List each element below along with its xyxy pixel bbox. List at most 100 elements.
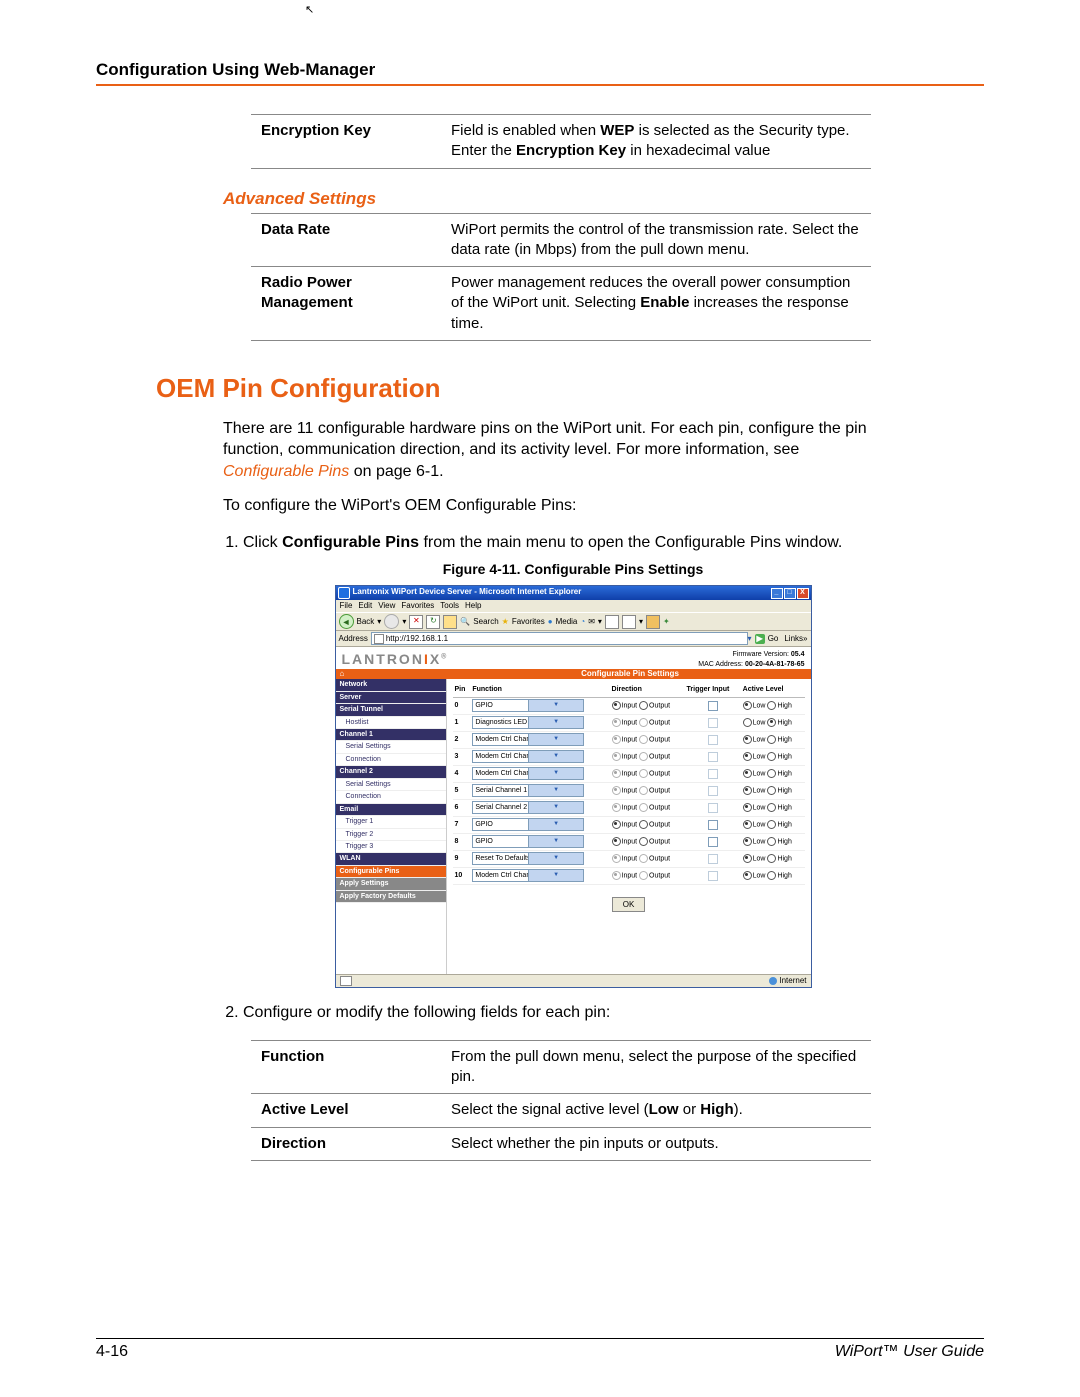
function-dropdown[interactable]: GPIO▼ [472,699,584,712]
back-button[interactable]: ◄ [339,614,354,629]
maximize-button[interactable]: □ [784,588,796,599]
level-high-radio[interactable] [767,735,776,744]
minimize-button[interactable]: _ [771,588,783,599]
sidebar-item[interactable]: Server [336,692,446,704]
level-low-radio[interactable] [743,718,752,727]
trigger-checkbox[interactable] [708,803,718,813]
trigger-checkbox[interactable] [708,718,718,728]
links-label[interactable]: Links [784,634,803,645]
level-low-radio[interactable] [743,786,752,795]
level-low-radio[interactable] [743,769,752,778]
level-low-radio[interactable] [743,854,752,863]
direction-output-radio[interactable] [639,837,648,846]
print-icon[interactable] [605,615,619,629]
sidebar-item[interactable]: Serial Tunnel [336,704,446,716]
sidebar-item[interactable]: Serial Settings [336,779,446,791]
sidebar-item[interactable]: Trigger 1 [336,816,446,828]
sidebar-item[interactable]: Channel 2 [336,766,446,778]
screenshot-window: Lantronix WiPort Device Server - Microso… [335,585,812,989]
go-button[interactable]: ▶ [755,634,765,645]
sidebar-item[interactable]: Serial Settings [336,741,446,753]
level-high-radio[interactable] [767,803,776,812]
lantronix-header: LANTRONIX® Firmware Version: 05.4MAC Add… [336,647,811,669]
sidebar-item[interactable]: Apply Settings [336,878,446,890]
sidebar-item[interactable]: Apply Factory Defaults [336,891,446,903]
level-low-radio[interactable] [743,871,752,880]
level-high-radio[interactable] [767,752,776,761]
menu-favorites[interactable]: Favorites [401,601,434,610]
folder-icon[interactable] [646,615,660,629]
level-high-radio[interactable] [767,769,776,778]
trigger-checkbox[interactable] [708,701,718,711]
url-input[interactable]: http://192.168.1.1 [371,632,748,645]
media-icon[interactable]: ● [548,617,553,628]
level-low-radio[interactable] [743,820,752,829]
level-low-radio[interactable] [743,803,752,812]
close-button[interactable]: X [797,588,809,599]
sidebar-item[interactable]: Connection [336,791,446,803]
function-dropdown[interactable]: GPIO▼ [472,818,584,831]
ok-button[interactable]: OK [612,897,646,912]
home-icon[interactable] [443,615,457,629]
level-high-radio[interactable] [767,837,776,846]
function-dropdown[interactable]: GPIO▼ [472,835,584,848]
direction-input-radio[interactable] [612,701,621,710]
menu-view[interactable]: View [378,601,395,610]
menu-file[interactable]: File [340,601,353,610]
page-title: Configurable Pin Settings [450,669,811,680]
function-dropdown[interactable]: Modem Ctrl Channel 2 In▼ [472,869,584,882]
history-icon[interactable]: ◔ [580,617,585,628]
trigger-checkbox[interactable] [708,871,718,881]
sidebar-item[interactable]: WLAN [336,853,446,865]
sidebar-item[interactable]: Trigger 2 [336,829,446,841]
sidebar-item[interactable]: Connection [336,754,446,766]
function-dropdown[interactable]: Modem Ctrl Channel 1 In▼ [472,733,584,746]
mail-icon[interactable]: ✉ [588,617,595,628]
menu-help[interactable]: Help [465,601,481,610]
trigger-checkbox[interactable] [708,837,718,847]
level-low-radio[interactable] [743,837,752,846]
level-high-radio[interactable] [767,820,776,829]
direction-output-radio[interactable] [639,701,648,710]
level-low-radio[interactable] [743,752,752,761]
favorites-icon[interactable]: ★ [502,617,509,628]
level-high-radio[interactable] [767,871,776,880]
trigger-checkbox[interactable] [708,820,718,830]
function-dropdown[interactable]: Diagnostics LED▼ [472,716,584,729]
sidebar-item[interactable]: Network [336,679,446,691]
refresh-icon[interactable]: ↻ [426,615,440,629]
direction-input-radio[interactable] [612,837,621,846]
sidebar-item[interactable]: Channel 1 [336,729,446,741]
forward-button[interactable] [384,614,399,629]
sidebar-item[interactable]: Email [336,804,446,816]
level-low-radio[interactable] [743,701,752,710]
level-high-radio[interactable] [767,786,776,795]
level-low-radio[interactable] [743,735,752,744]
menu-tools[interactable]: Tools [440,601,459,610]
function-dropdown[interactable]: Serial Channel 2 Status LED▼ [472,801,584,814]
stop-icon[interactable]: ✕ [409,615,423,629]
trigger-checkbox[interactable] [708,769,718,779]
level-high-radio[interactable] [767,854,776,863]
header-rule [96,84,984,86]
level-high-radio[interactable] [767,701,776,710]
discuss-icon[interactable]: ✦ [663,617,670,628]
function-dropdown[interactable]: Serial Channel 1 Status LED▼ [472,784,584,797]
trigger-checkbox[interactable] [708,786,718,796]
function-dropdown[interactable]: Reset To Defaults▼ [472,852,584,865]
sidebar-item[interactable]: Hostlist [336,717,446,729]
direction-input-radio[interactable] [612,820,621,829]
trigger-checkbox[interactable] [708,854,718,864]
trigger-checkbox[interactable] [708,752,718,762]
trigger-checkbox[interactable] [708,735,718,745]
menu-edit[interactable]: Edit [358,601,372,610]
edit-icon[interactable] [622,615,636,629]
direction-output-radio[interactable] [639,820,648,829]
sidebar-item[interactable]: Trigger 3 [336,841,446,853]
home-tab-icon[interactable]: ⌂ [336,669,450,680]
level-high-radio[interactable] [767,718,776,727]
search-icon[interactable]: 🔍 [460,617,470,628]
function-dropdown[interactable]: Modem Ctrl Channel 1 Out▼ [472,750,584,763]
function-dropdown[interactable]: Modem Ctrl Channel 2 Out▼ [472,767,584,780]
sidebar-item[interactable]: Configurable Pins [336,866,446,878]
